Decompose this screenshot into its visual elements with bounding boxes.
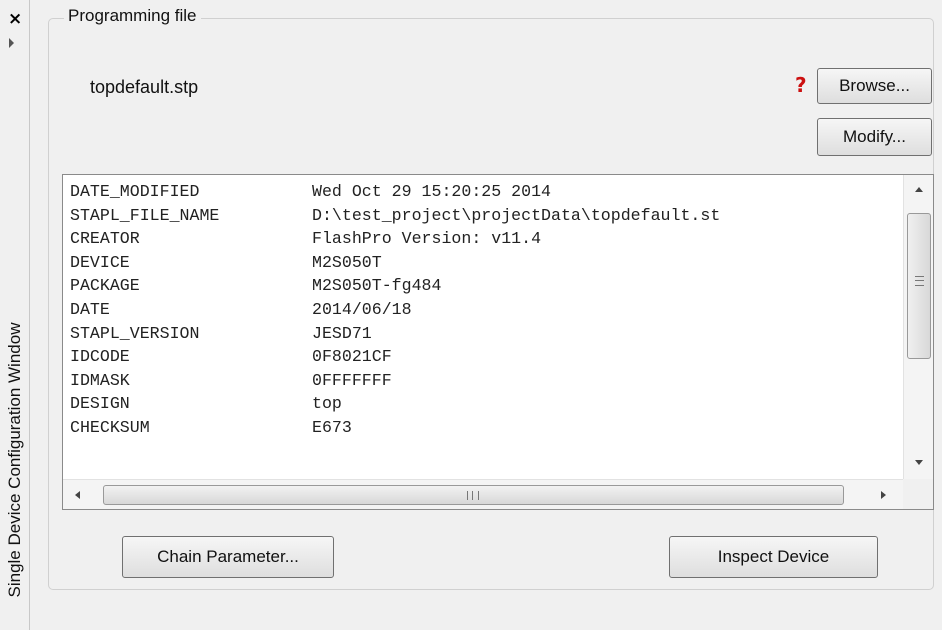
field-key: IDMASK — [70, 370, 130, 390]
field-value: Wed Oct 29 15:20:25 2014 — [312, 182, 551, 201]
group-title: Programming file — [64, 6, 201, 26]
file-info-viewer[interactable]: DATE_MODIFIED Wed Oct 29 15:20:25 2014 STA… — [62, 174, 934, 510]
vertical-scroll-thumb[interactable] — [907, 213, 931, 359]
field-value: 0FFFFFFF — [312, 370, 392, 390]
field-key: STAPL_VERSION — [70, 323, 200, 343]
horizontal-scroll-thumb[interactable] — [103, 485, 844, 505]
field-value: M2S050T-fg484 — [312, 276, 442, 296]
grip-icon — [467, 491, 479, 500]
field-value: top — [312, 394, 342, 414]
field-key: CREATOR — [70, 229, 140, 249]
field-key: DESIGN — [70, 394, 130, 414]
grip-icon — [915, 276, 924, 286]
field-value: M2S050T — [312, 252, 382, 272]
browse-button[interactable]: Browse... — [817, 68, 932, 104]
field-value: 2014/06/18 — [312, 300, 412, 319]
file-name-label: topdefault.stp — [90, 77, 199, 97]
field-key: CHECKSUM — [70, 418, 150, 437]
field-value: 0F8021CF — [312, 347, 392, 367]
field-key: DATE — [70, 300, 110, 319]
vertical-scrollbar[interactable] — [903, 175, 933, 481]
modify-button[interactable]: Modify... — [817, 118, 932, 156]
field-value: FlashPro Version: v11.4 — [312, 229, 542, 249]
help-question-icon: ? — [795, 73, 807, 97]
scrollbar-corner — [903, 479, 933, 509]
expand-arrow-icon[interactable] — [9, 38, 14, 48]
field-key: PACKAGE — [70, 276, 140, 296]
window-title: Single Device Configuration Window — [5, 322, 24, 598]
scroll-down-arrow-icon[interactable] — [915, 460, 923, 465]
field-value: D:\test_project\projectData\topdefault.s… — [312, 205, 721, 225]
horizontal-scrollbar[interactable] — [63, 479, 903, 509]
field-key: STAPL_FILE_NAME — [70, 205, 220, 225]
close-icon[interactable]: × — [8, 10, 22, 28]
dock-strip: × Single Device Configuration Window — [0, 0, 30, 630]
scroll-up-arrow-icon[interactable] — [915, 187, 923, 192]
field-value: JESD71 — [312, 323, 372, 343]
field-value: E673 — [312, 418, 352, 437]
file-info-list: DATE_MODIFIED Wed Oct 29 15:20:25 2014 STA… — [63, 175, 903, 481]
scroll-left-arrow-icon[interactable] — [75, 491, 80, 499]
field-key: DATE_MODIFIED — [70, 182, 200, 201]
chain-parameter-button[interactable]: Chain Parameter... — [122, 536, 334, 578]
field-key: IDCODE — [70, 347, 130, 367]
scroll-right-arrow-icon[interactable] — [881, 491, 886, 499]
field-key: DEVICE — [70, 252, 130, 272]
inspect-device-button[interactable]: Inspect Device — [669, 536, 878, 578]
